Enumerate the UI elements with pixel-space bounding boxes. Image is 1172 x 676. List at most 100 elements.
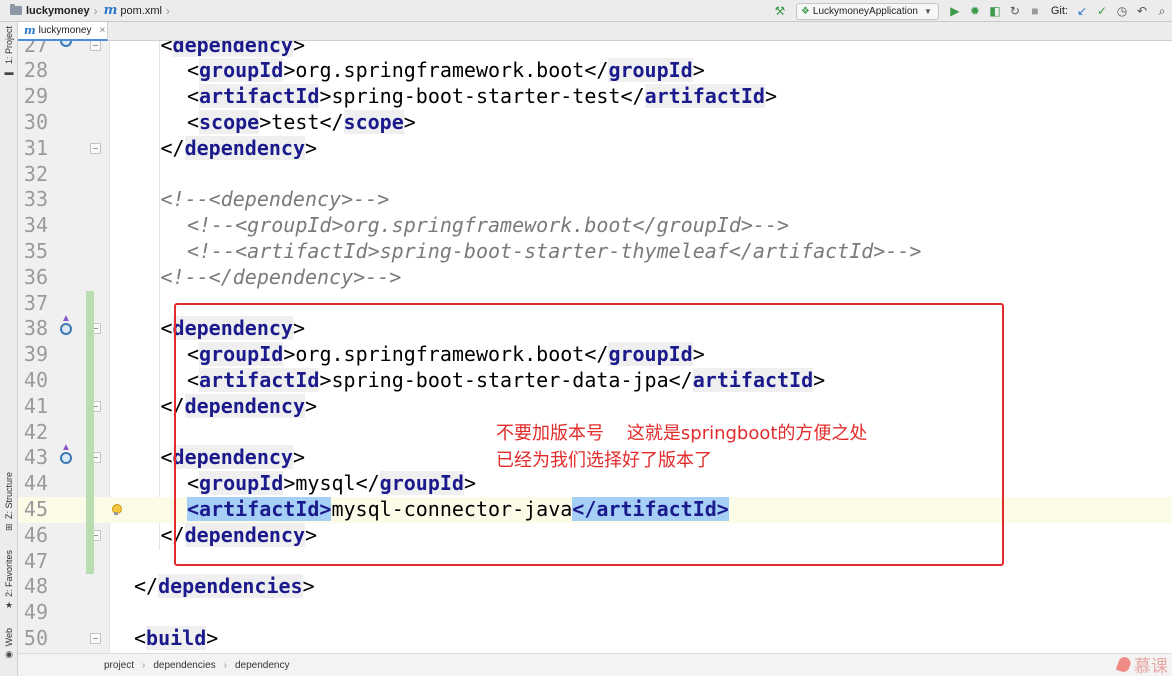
code-line[interactable]: 30 <scope>test</scope> [18,110,1172,136]
fold-toggle-icon[interactable] [90,142,101,154]
line-number[interactable]: 34 [18,213,48,239]
code-tag: groupId [199,58,284,83]
maven-override-icon[interactable] [58,41,74,57]
navigate-parent-icon[interactable]: ▲ [58,314,74,336]
line-number[interactable]: 35 [18,239,48,265]
fold-toggle-icon[interactable] [90,41,101,51]
code-tag: > [292,41,305,57]
run-with-coverage-icon[interactable]: ◧ [985,0,1005,22]
line-number[interactable]: 39 [18,342,48,368]
tool-tab-web-label: Web [4,628,14,647]
line-number[interactable]: 45 [18,497,48,523]
code-line[interactable]: 36 <!--</dependency>--> [18,265,1172,291]
nav-project-name: luckymoney [26,4,90,17]
line-number[interactable]: 29 [18,84,48,110]
code-text[interactable]: <!--<dependency>--> [160,187,389,213]
line-number[interactable]: 43 [18,445,48,471]
code-tag: </ [584,58,609,83]
nav-crumb-file[interactable]: m pom.xml [100,0,164,22]
star-icon: ★ [4,600,14,611]
code-text[interactable]: <!--</dependency>--> [160,265,401,291]
code-line[interactable]: 49 [18,600,1172,626]
code-value: org.springframework.boot [295,58,585,83]
line-number[interactable]: 30 [18,110,48,136]
breadcrumb-item-project[interactable]: project [104,660,134,671]
code-line[interactable]: 48 </dependencies> [18,574,1172,600]
code-text[interactable]: <!--<groupId>org.springframework.boot</g… [187,213,789,239]
code-comment: <!--<groupId>org.springframework.boot</g… [186,213,790,238]
code-line[interactable]: 33 <!--<dependency>--> [18,187,1172,213]
line-number[interactable]: 44 [18,471,48,497]
code-tag: groupId [608,58,693,83]
code-line[interactable]: 29 <artifactId>spring-boot-starter-test</… [18,84,1172,110]
code-tag: < [134,626,147,650]
code-line[interactable]: 35 <!--<artifactId>spring-boot-starter-th… [18,239,1172,265]
stop-icon[interactable]: ■ [1025,0,1045,22]
watermark-logo: 慕课 [1115,653,1168,676]
tool-tab-web[interactable]: Web ◉ [1,628,17,662]
search-icon[interactable]: ⌕ [1152,0,1172,22]
code-line[interactable]: 32 [18,162,1172,188]
code-text[interactable]: <build> [134,626,218,652]
build-hammer-icon[interactable]: ⚒ [770,0,790,22]
code-line[interactable]: 31 </dependency> [18,135,1172,162]
debug-icon[interactable]: ✹ [965,0,985,22]
close-icon[interactable]: × [99,25,105,36]
code-text[interactable]: </dependencies> [134,574,315,600]
line-number[interactable]: 37 [18,291,48,317]
git-revert-icon[interactable]: ↶ [1132,0,1152,22]
line-number[interactable]: 46 [18,523,48,549]
structure-icon: ⊞ [5,522,13,533]
line-number[interactable]: 38 [18,316,48,342]
line-number[interactable]: 42 [18,420,48,446]
xml-breadcrumb-bar: project › dependencies › dependency [18,653,1172,676]
code-text[interactable]: <groupId>org.springframework.boot</group… [187,58,705,84]
chevron-right-icon: › [93,3,98,18]
breadcrumb-item-dependency[interactable]: dependency [235,660,290,671]
flame-logo-icon [1115,655,1133,674]
git-update-icon[interactable]: ↙ [1072,0,1092,22]
editor-tab-pom[interactable]: m luckymoney × [18,22,108,41]
line-number[interactable]: 50 [18,626,48,652]
line-number[interactable]: 28 [18,58,48,84]
code-line[interactable]: 34 <!--<groupId>org.springframework.boot<… [18,213,1172,239]
code-comment: <!--<dependency>--> [160,187,390,212]
navigate-parent-icon[interactable]: ▲ [58,443,74,465]
line-number[interactable]: 33 [18,187,48,213]
git-commit-icon[interactable]: ✓ [1092,0,1112,22]
code-text[interactable]: <dependency> [160,41,305,58]
git-history-icon[interactable]: ◷ [1112,0,1132,22]
code-text[interactable]: <artifactId>spring-boot-starter-test</ar… [187,84,777,110]
fold-toggle-icon[interactable] [90,633,101,644]
line-number[interactable]: 36 [18,265,48,291]
tool-tab-favorites[interactable]: 2: Favorites ★ [1,550,17,613]
code-text[interactable]: </dependency> [160,135,317,162]
line-number[interactable]: 47 [18,549,48,575]
arrow-up-icon: ▲ [61,313,71,325]
run-icon[interactable]: ▶ [945,0,965,22]
profile-icon[interactable]: ↻ [1005,0,1025,22]
line-number[interactable]: 48 [18,574,48,600]
line-number[interactable]: 40 [18,368,48,394]
nav-crumb-project[interactable]: luckymoney [0,0,92,22]
line-number[interactable]: 49 [18,600,48,626]
code-line[interactable]: 28 <groupId>org.springframework.boot</gro… [18,58,1172,84]
maven-file-icon: m [24,24,36,37]
navigation-bar: luckymoney › m pom.xml › ⚒ ❖ LuckymoneyA… [0,0,1172,22]
run-configuration-selector[interactable]: ❖ LuckymoneyApplication ▼ [795,2,939,20]
line-number[interactable]: 31 [18,136,48,162]
tool-tab-project[interactable]: 1: Project ▬ [1,26,17,79]
code-line[interactable]: 27 <dependency> [18,41,1172,58]
code-line[interactable]: 50 <build> [18,626,1172,652]
breadcrumb-item-dependencies[interactable]: dependencies [153,660,215,671]
line-number[interactable]: 27 [18,41,48,58]
code-text[interactable]: <!--<artifactId>spring-boot-starter-thym… [187,239,922,265]
tool-tab-favorites-label: 2: Favorites [4,550,14,598]
intention-bulb-icon[interactable] [111,504,122,516]
line-number[interactable]: 32 [18,162,48,188]
annotation-note-line2: 已经为我们选择好了版本了 [496,450,712,471]
vcs-added-lines-marker[interactable] [86,290,94,575]
line-number[interactable]: 41 [18,394,48,420]
code-text[interactable]: <scope>test</scope> [187,110,416,136]
tool-tab-structure[interactable]: Z: Structure ⊞ [1,472,17,535]
